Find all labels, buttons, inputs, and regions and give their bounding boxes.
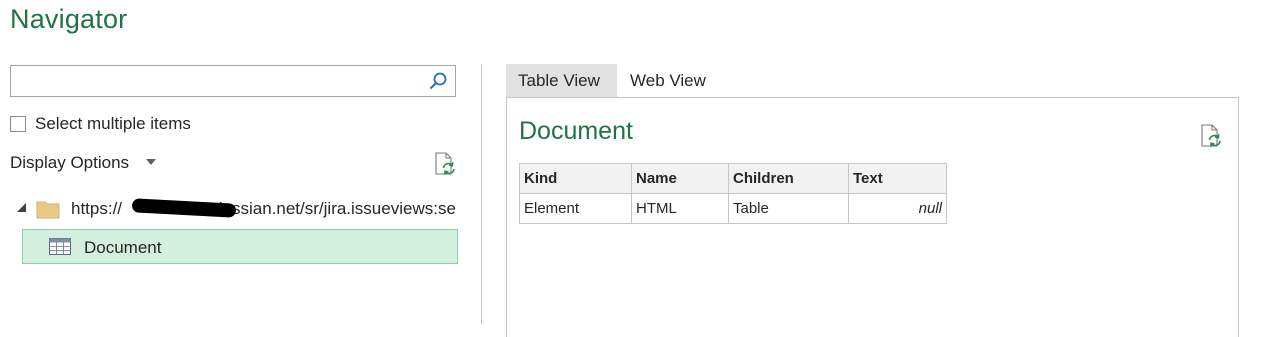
tab-table-view[interactable]: Table View (506, 64, 617, 98)
table-cell[interactable]: Table (728, 193, 849, 224)
chevron-down-icon[interactable] (146, 159, 156, 165)
preview-table: Kind Name Children Text Element HTML Tab… (519, 163, 947, 224)
tab-web-view[interactable]: Web View (618, 64, 718, 98)
table-icon (49, 238, 71, 255)
pane-divider[interactable] (481, 64, 482, 324)
column-header-text[interactable]: Text (848, 163, 947, 194)
column-header-kind[interactable]: Kind (519, 163, 632, 194)
tree-item-label: Document (84, 238, 162, 257)
tree-root-url[interactable]: https://tlassian.net/sr/jira.issueviews:… (71, 199, 456, 219)
select-multiple-checkbox[interactable] (10, 116, 26, 132)
search-icon[interactable] (429, 72, 447, 90)
table-cell: HTML (631, 193, 729, 224)
refresh-preview-icon[interactable] (1199, 124, 1223, 150)
folder-icon (36, 201, 60, 219)
search-box[interactable] (10, 65, 456, 97)
table-row: Element HTML Table null (519, 193, 947, 224)
table-header-row: Kind Name Children Text (519, 163, 947, 194)
table-cell: null (848, 193, 947, 224)
display-options-dropdown[interactable]: Display Options (10, 153, 129, 173)
column-header-children[interactable]: Children (728, 163, 849, 194)
table-cell: Element (519, 193, 632, 224)
preview-title: Document (519, 117, 633, 145)
column-header-name[interactable]: Name (631, 163, 729, 194)
tree-item-document[interactable]: Document (22, 229, 458, 264)
collapse-triangle-icon[interactable] (17, 203, 26, 212)
page-title: Navigator (10, 4, 128, 34)
search-input[interactable] (17, 67, 421, 97)
select-multiple-label[interactable]: Select multiple items (35, 114, 191, 134)
refresh-icon[interactable] (433, 152, 457, 178)
